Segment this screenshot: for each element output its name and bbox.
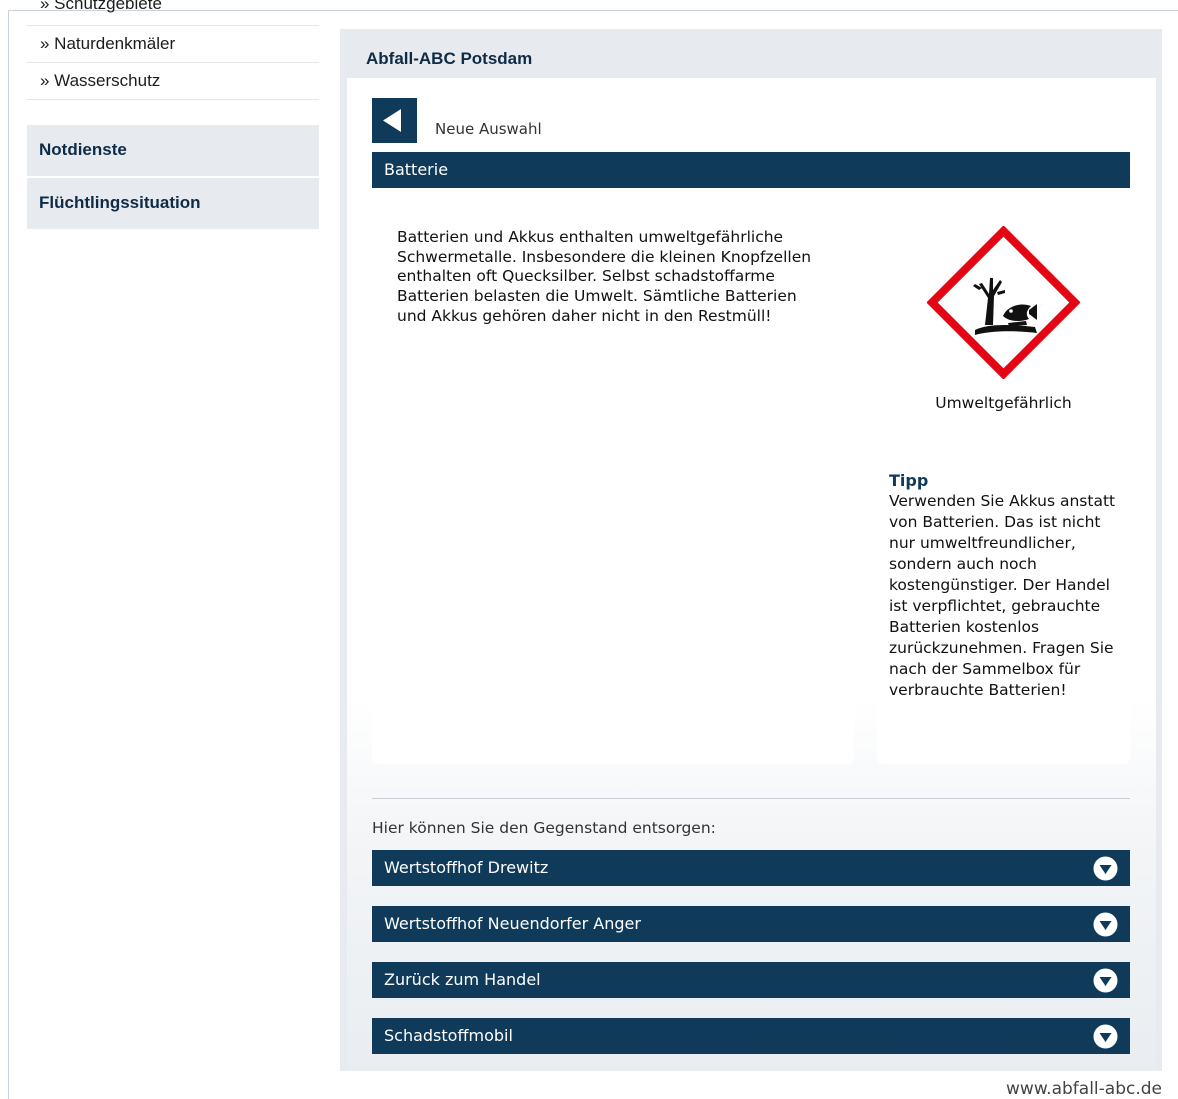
sidebar-item-schutzgebiete[interactable]: » Schutzgebiete: [27, 0, 319, 26]
sidebar-category-notdienste[interactable]: Notdienste: [27, 125, 319, 176]
description-box: Batterien und Akkus enthalten umweltgefä…: [372, 208, 854, 764]
new-selection-link[interactable]: Neue Auswahl: [435, 120, 542, 138]
location-drewitz[interactable]: Wertstoffhof Drewitz: [372, 850, 1130, 886]
location-zurueck-zum-handel[interactable]: Zurück zum Handel: [372, 962, 1130, 998]
location-label: Schadstoffmobil: [384, 1026, 513, 1045]
divider: [372, 798, 1130, 799]
tip-title: Tipp: [889, 471, 929, 490]
chevron-down-icon: [1093, 856, 1118, 881]
item-title-bar: Batterie: [372, 152, 1130, 188]
environment-hazard-icon: [927, 226, 1080, 379]
location-label: Zurück zum Handel: [384, 970, 541, 989]
location-label: Wertstoffhof Drewitz: [384, 858, 549, 877]
page-frame-left: [8, 10, 9, 1099]
location-schadstoffmobil[interactable]: Schadstoffmobil: [372, 1018, 1130, 1054]
panel-content: Neue Auswahl Batterie Batterien und Akku…: [347, 78, 1156, 1071]
abfall-abc-panel: Abfall-ABC Potsdam Neue Auswahl Batterie…: [340, 29, 1162, 1071]
tip-box: Tipp Verwenden Sie Akkus anstatt von Bat…: [877, 453, 1130, 764]
sidebar-item-naturdenkmaeler[interactable]: » Naturdenkmäler: [27, 26, 319, 63]
sidebar-item-wasserschutz[interactable]: » Wasserschutz: [27, 63, 319, 100]
disposal-intro: Hier können Sie den Gegenstand entsorgen…: [372, 819, 716, 837]
hazard-box: Umweltgefährlich: [877, 208, 1130, 432]
hazard-label: Umweltgefährlich: [935, 394, 1072, 412]
chevron-down-icon: [1093, 912, 1118, 937]
panel-title: Abfall-ABC Potsdam: [366, 49, 533, 68]
chevron-down-icon: [1093, 968, 1118, 993]
sidebar-category-fluechtlingssituation[interactable]: Flüchtlingssituation: [27, 178, 319, 229]
triangle-left-icon: [383, 109, 401, 132]
chevron-down-icon: [1093, 1024, 1118, 1049]
sidebar: » Schutzgebiete » Naturdenkmäler » Wasse…: [27, 0, 319, 231]
description-text: Batterien und Akkus enthalten umweltgefä…: [397, 228, 812, 325]
location-neuendorfer-anger[interactable]: Wertstoffhof Neuendorfer Anger: [372, 906, 1130, 942]
tip-text: Verwenden Sie Akkus anstatt von Batterie…: [889, 492, 1116, 699]
location-label: Wertstoffhof Neuendorfer Anger: [384, 914, 641, 933]
site-url: www.abfall-abc.de: [1006, 1079, 1162, 1099]
back-button[interactable]: [372, 98, 417, 143]
